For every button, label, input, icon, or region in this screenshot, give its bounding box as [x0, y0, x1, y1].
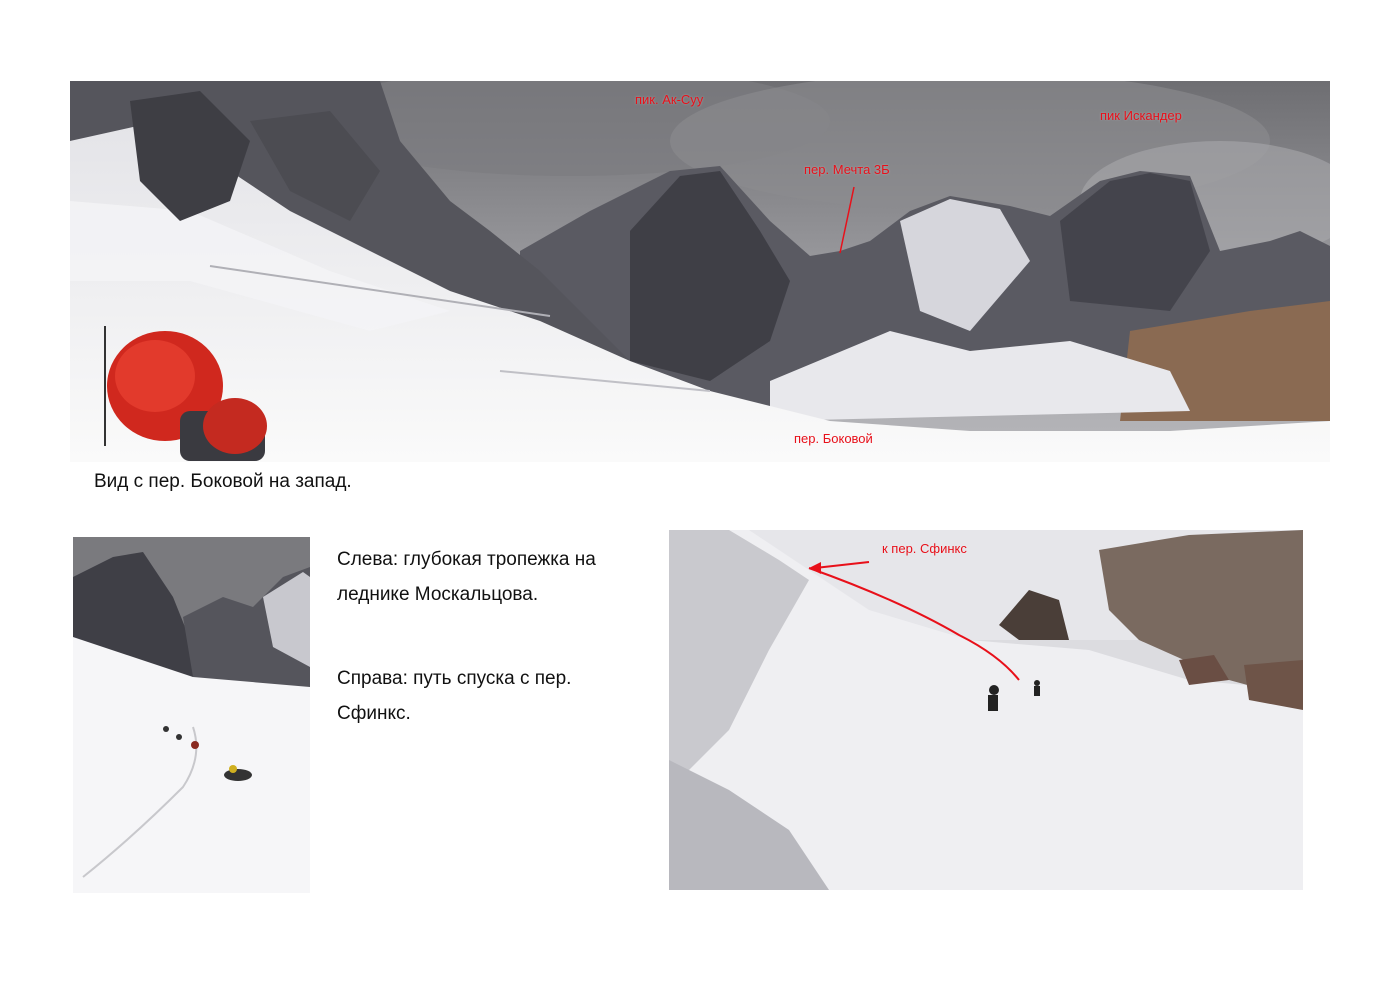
- label-bokovoy: пер. Боковой: [794, 431, 873, 446]
- descent-route-image: [669, 530, 1303, 890]
- label-mechta: пер. Мечта 3Б: [804, 162, 890, 177]
- label-ak-suu: пик. Ак-Суу: [635, 92, 704, 107]
- glacier-trail-image: [73, 537, 310, 893]
- left-description: Слева: глубокая тропежка на леднике Моск…: [337, 549, 596, 605]
- left-photo: [73, 537, 310, 893]
- label-iskander: пик Искандер: [1100, 108, 1182, 123]
- right-description: Справа: путь спуска с пер. Сфинкс.: [337, 668, 572, 724]
- panorama-image: [70, 81, 1330, 462]
- label-sphinx: к пер. Сфинкс: [882, 541, 967, 556]
- panorama-caption: Вид с пер. Боковой на запад.: [94, 471, 352, 492]
- right-photo: [669, 530, 1303, 890]
- panorama-photo: [70, 81, 1330, 462]
